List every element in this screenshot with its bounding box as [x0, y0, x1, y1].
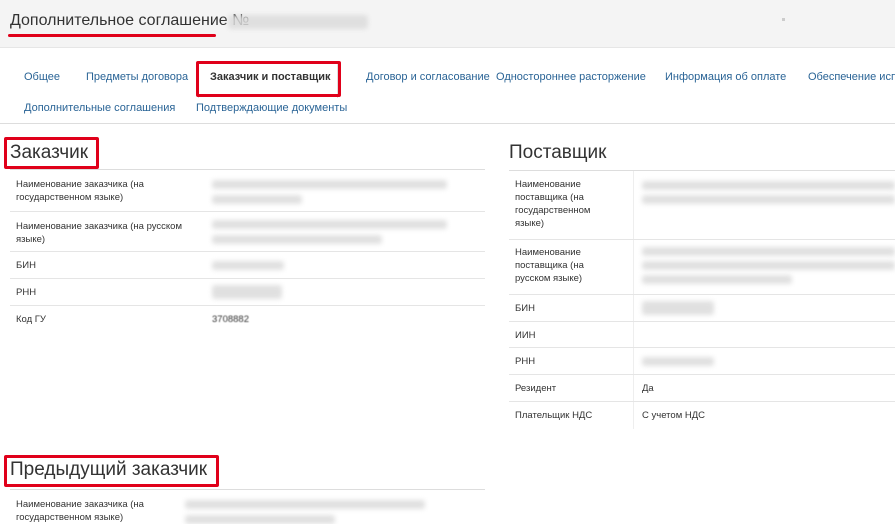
header-dot [782, 18, 785, 21]
redacted-value [642, 357, 714, 366]
redacted-value [212, 235, 382, 244]
page-title: Дополнительное соглашение № [10, 12, 250, 29]
redacted-value [642, 261, 895, 270]
supplier-row-name-state: Наименование поставщика (на государствен… [509, 171, 895, 240]
redacted-value [212, 220, 447, 229]
previous-customer-table: Наименование заказчика (на государственн… [10, 489, 485, 524]
customer-row-name-russian: Наименование заказчика (на русском языке… [10, 212, 485, 252]
previous-customer-section-title: Предыдущий заказчик [10, 459, 208, 480]
tab-general[interactable]: Общее [24, 71, 60, 83]
customer-label-bin: БИН [16, 260, 36, 271]
supplier-label-vat: Плательщик НДС [515, 410, 593, 421]
customer-table: Наименование заказчика (на государственн… [10, 169, 485, 332]
supplier-label-resident: Резидент [515, 383, 557, 394]
tab-contract-approval[interactable]: Договор и согласование [366, 71, 490, 83]
page-header: Дополнительное соглашение № [0, 0, 895, 48]
supplier-table: Наименование поставщика (на государствен… [509, 170, 895, 429]
supplier-label-bin: БИН [515, 303, 535, 314]
customer-row-name-state: Наименование заказчика (на государственн… [10, 170, 485, 212]
supplier-row-vat: Плательщик НДС С учетом НДС [509, 402, 895, 429]
redacted-value [642, 181, 895, 190]
tab-supporting-documents[interactable]: Подтверждающие документы [196, 102, 347, 114]
customer-row-bin: БИН [10, 252, 485, 279]
customer-label-name-russian: Наименование заказчика (на русском языке… [16, 221, 182, 245]
redacted-value [185, 500, 425, 509]
tab-security[interactable]: Обеспечение испо [808, 71, 895, 83]
supplier-row-rnn: РНН [509, 348, 895, 375]
customer-value-gu-code: 3708882 [212, 314, 249, 325]
customer-row-rnn: РНН [10, 279, 485, 306]
supplier-label-iin: ИИН [515, 330, 536, 341]
redacted-value [642, 275, 792, 284]
supplier-row-resident: Резидент Да [509, 375, 895, 402]
supplier-section-title: Поставщик [509, 142, 607, 163]
supplier-row-bin: БИН [509, 295, 895, 322]
customer-section-title: Заказчик [10, 142, 89, 163]
redacted-value [642, 301, 714, 315]
customer-row-gu-code: Код ГУ 3708882 [10, 306, 485, 332]
redacted-value [212, 180, 447, 189]
supplier-label-name-state: Наименование поставщика (на государствен… [515, 179, 591, 229]
redacted-value [642, 195, 895, 204]
redacted-value [212, 261, 284, 270]
title-underline-annotation [8, 34, 216, 37]
supplier-row-iin: ИИН [509, 322, 895, 348]
supplier-value-vat: С учетом НДС [642, 410, 706, 421]
customer-label-gu-code: Код ГУ [16, 314, 46, 325]
redacted-value [212, 285, 282, 299]
tab-unilateral-termination[interactable]: Одностороннее расторжение [496, 71, 646, 83]
supplier-value-resident: Да [642, 383, 654, 394]
supplier-label-rnn: РНН [515, 356, 536, 367]
tab-additional-agreements[interactable]: Дополнительные соглашения [24, 102, 175, 114]
redacted-agreement-number [228, 15, 368, 29]
redacted-value [212, 195, 302, 204]
tab-customer-supplier[interactable]: Заказчик и поставщик [210, 71, 331, 83]
supplier-label-name-russian: Наименование поставщика (на русском язык… [515, 247, 584, 284]
previous-customer-row-name-state: Наименование заказчика (на государственн… [10, 490, 485, 524]
previous-customer-label-name-state: Наименование заказчика (на государственн… [16, 499, 144, 523]
tab-contract-subjects[interactable]: Предметы договора [86, 71, 188, 83]
customer-label-rnn: РНН [16, 287, 37, 298]
supplier-row-name-russian: Наименование поставщика (на русском язык… [509, 240, 895, 295]
customer-label-name-state: Наименование заказчика (на государственн… [16, 179, 144, 203]
redacted-value [185, 515, 335, 524]
tab-payment-info[interactable]: Информация об оплате [665, 71, 786, 83]
redacted-value [642, 247, 895, 256]
